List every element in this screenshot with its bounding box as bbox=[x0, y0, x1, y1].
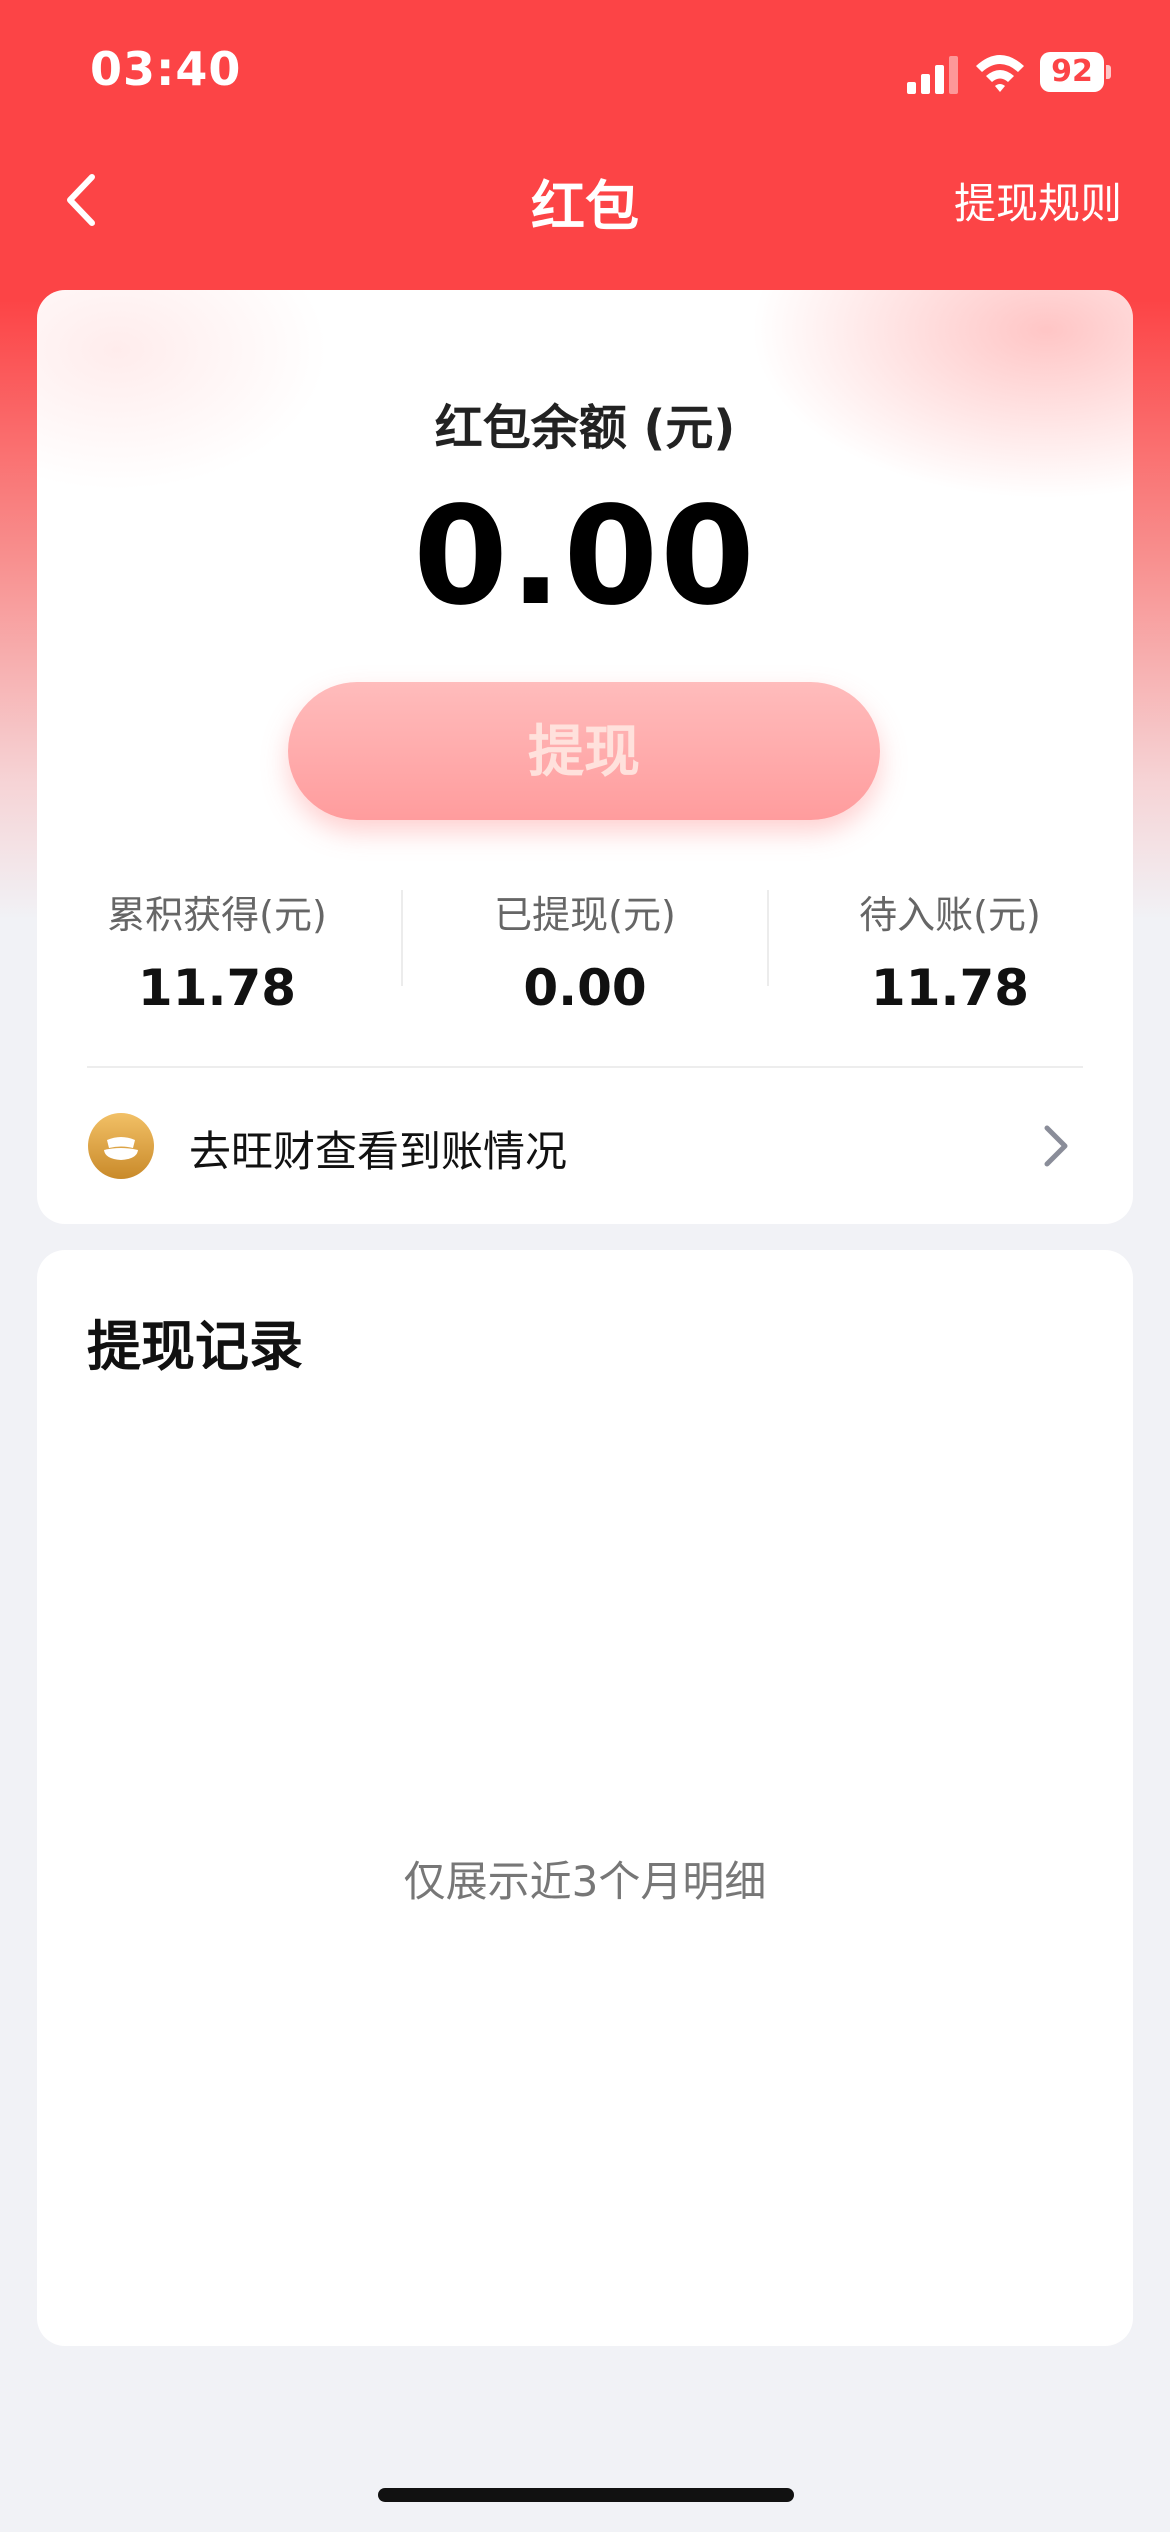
stat-pending: 待入账(元) 11.78 bbox=[800, 884, 1100, 1017]
balance-card: 红包余额 (元) 0.00 提现 累积获得(元) 11.78 已提现(元) 0.… bbox=[37, 290, 1133, 1224]
nav-bar: 红包 提现规则 bbox=[0, 140, 1170, 260]
stat-label: 已提现(元) bbox=[494, 893, 676, 937]
balance-label: 红包余额 (元) bbox=[434, 400, 736, 456]
records-title: 提现记录 bbox=[87, 1315, 303, 1378]
wifi-icon bbox=[976, 55, 1024, 92]
stat-withdrawn: 已提现(元) 0.00 bbox=[435, 884, 735, 1017]
stat-divider bbox=[401, 890, 403, 986]
status-bar: 03:40 92 bbox=[0, 0, 1170, 140]
wangcai-link-text: 去旺财查看到账情况 bbox=[189, 1127, 568, 1176]
battery-level: 92 bbox=[1040, 52, 1104, 92]
stat-label: 待入账(元) bbox=[859, 893, 1041, 937]
withdraw-button[interactable]: 提现 bbox=[288, 682, 880, 820]
battery-tip bbox=[1106, 65, 1111, 79]
gold-ingot-icon bbox=[88, 1113, 154, 1179]
stats-row: 累积获得(元) 11.78 已提现(元) 0.00 待入账(元) 11.78 bbox=[37, 884, 1133, 1017]
home-indicator[interactable] bbox=[378, 2488, 794, 2502]
stat-accumulated: 累积获得(元) 11.78 bbox=[67, 884, 367, 1017]
withdraw-rules-link[interactable]: 提现规则 bbox=[954, 170, 1122, 231]
stat-divider bbox=[767, 890, 769, 986]
stat-value: 11.78 bbox=[870, 959, 1030, 1017]
cellular-signal-icon bbox=[907, 56, 958, 94]
stat-value: 11.78 bbox=[137, 959, 297, 1017]
wangcai-link-row[interactable]: 去旺财查看到账情况 bbox=[37, 1068, 1133, 1224]
chevron-right-icon bbox=[1044, 1125, 1068, 1167]
records-empty-hint: 仅展示近3个月明细 bbox=[403, 1857, 767, 1906]
stat-value: 0.00 bbox=[523, 959, 647, 1017]
balance-amount: 0.00 bbox=[413, 478, 757, 636]
withdraw-records-card: 提现记录 仅展示近3个月明细 bbox=[37, 1250, 1133, 2346]
status-time: 03:40 bbox=[90, 42, 242, 96]
battery-indicator: 92 bbox=[1040, 52, 1112, 92]
stat-label: 累积获得(元) bbox=[107, 893, 327, 937]
